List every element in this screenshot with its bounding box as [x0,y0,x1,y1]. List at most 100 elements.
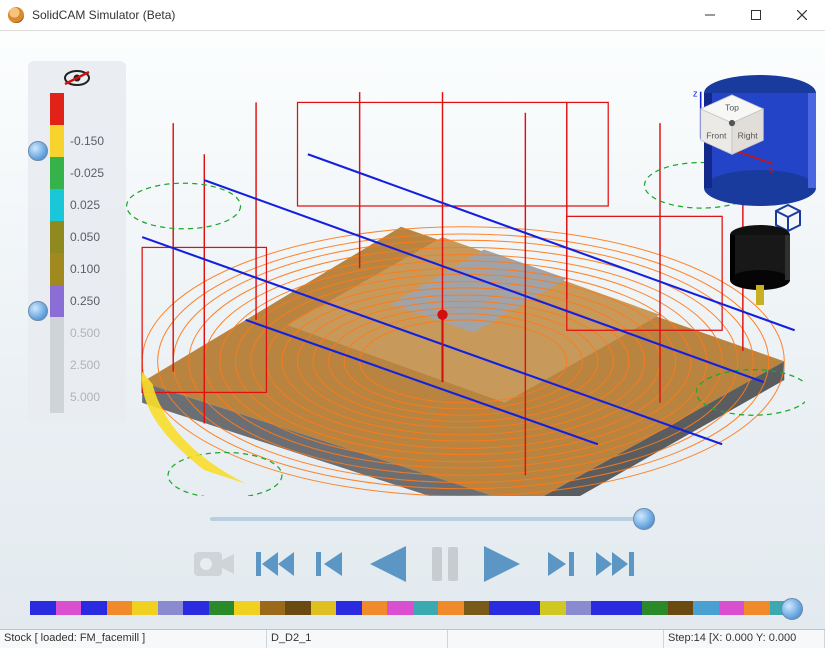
legend-row: 0.500 [50,317,104,349]
legend-color-swatch [50,381,64,413]
legend-lower-marker[interactable] [28,301,48,321]
legend-value: 5.000 [70,390,100,404]
legend-row: 5.000 [50,381,104,413]
status-bar: Stock [ loaded: FM_facemill ] D_D2_1 Ste… [0,629,825,648]
skip-start-icon [254,546,296,582]
step-back-icon [312,546,348,582]
opband-segment[interactable] [81,601,107,615]
opband-segment[interactable] [566,601,592,615]
close-button[interactable] [779,0,825,30]
legend-value: -0.150 [70,134,104,148]
status-step: Step:14 [X: 0.000 Y: 0.000 [664,630,825,648]
timeline-slider[interactable] [210,509,645,529]
status-operation: D_D2_1 [267,630,448,648]
view-cube[interactable]: z x Top Front Right [685,87,779,181]
opband-segment[interactable] [362,601,388,615]
maximize-button[interactable] [733,0,779,30]
legend-value: 0.500 [70,326,100,340]
step-forward-button[interactable] [542,546,578,582]
legend-upper-marker[interactable] [28,141,48,161]
legend-row: 0.100 [50,253,104,285]
legend-color-swatch [50,157,64,189]
axis-z-label: z [693,87,698,98]
pause-icon [428,543,462,585]
pause-button[interactable] [428,543,462,585]
legend-row: -0.025 [50,157,104,189]
opband-segment[interactable] [56,601,82,615]
visibility-off-icon[interactable] [63,69,91,87]
opband-segment[interactable] [311,601,337,615]
opband-segment[interactable] [515,601,541,615]
opband-segment[interactable] [209,601,235,615]
axis-x-label: x [770,164,775,175]
opband-segment[interactable] [744,601,770,615]
step-back-button[interactable] [312,546,348,582]
status-stock: Stock [ loaded: FM_facemill ] [0,630,267,648]
step-forward-icon [542,546,578,582]
viewcube-front: Front [706,131,727,141]
title-bar: SolidCAM Simulator (Beta) [0,0,825,31]
legend-row: 0.250 [50,285,104,317]
legend-row: 0.050 [50,221,104,253]
legend-value: 0.050 [70,230,100,244]
legend-color-swatch [50,253,64,285]
opband-segment[interactable] [591,601,617,615]
opband-segment[interactable] [413,601,439,615]
legend-color-swatch [50,285,64,317]
maximize-icon [751,10,761,20]
legend-row: 0.025 [50,189,104,221]
opband-segment[interactable] [387,601,413,615]
opband-segment[interactable] [642,601,668,615]
opband-segment[interactable] [693,601,719,615]
status-spacer [448,630,664,648]
opband-segment[interactable] [336,601,362,615]
play-back-icon [364,542,412,586]
opband-segment[interactable] [719,601,745,615]
viewcube-right: Right [738,131,759,141]
legend-color-swatch [50,317,64,349]
minimize-button[interactable] [687,0,733,30]
playback-controls [0,536,825,592]
opband-segment[interactable] [30,601,56,615]
opband-segment[interactable] [668,601,694,615]
legend-color-swatch [50,221,64,253]
legend-value: 0.100 [70,262,100,276]
skip-start-button[interactable] [254,546,296,582]
opband-segment[interactable] [438,601,464,615]
opband-segment[interactable] [464,601,490,615]
timeline-thumb[interactable] [633,508,655,530]
opband-segment[interactable] [540,601,566,615]
legend-value: 0.025 [70,198,100,212]
opband-segment[interactable] [183,601,209,615]
play-forward-icon [478,542,526,586]
opband-segment[interactable] [260,601,286,615]
opband-segment[interactable] [617,601,643,615]
legend-color-swatch [50,93,64,125]
legend-row: -0.150 [50,125,104,157]
opband-segment[interactable] [489,601,515,615]
skip-end-button[interactable] [594,546,636,582]
viewport[interactable]: z x Top Front Right -0.150 -0.025 0.025 0.0… [0,31,825,629]
legend-value: 0.250 [70,294,100,308]
record-button[interactable] [190,544,238,584]
opband-thumb[interactable] [781,598,803,620]
viewcube-top: Top [725,103,739,113]
opband-segment[interactable] [132,601,158,615]
minimize-icon [705,10,715,20]
legend-row [50,93,104,125]
opband-segment[interactable] [158,601,184,615]
opband-segment[interactable] [234,601,260,615]
legend-value: -0.025 [70,166,104,180]
deviation-legend: -0.150-0.0250.0250.0500.1000.2500.5002.5… [28,61,126,423]
legend-color-swatch [50,125,64,157]
skip-end-icon [594,546,636,582]
play-back-button[interactable] [364,542,412,586]
opband-segment[interactable] [285,601,311,615]
window-title: SolidCAM Simulator (Beta) [32,8,687,22]
close-icon [797,10,807,20]
opband-segment[interactable] [107,601,133,615]
app-icon [8,7,24,23]
play-forward-button[interactable] [478,542,526,586]
operation-band[interactable] [30,601,795,615]
record-icon [190,544,238,584]
